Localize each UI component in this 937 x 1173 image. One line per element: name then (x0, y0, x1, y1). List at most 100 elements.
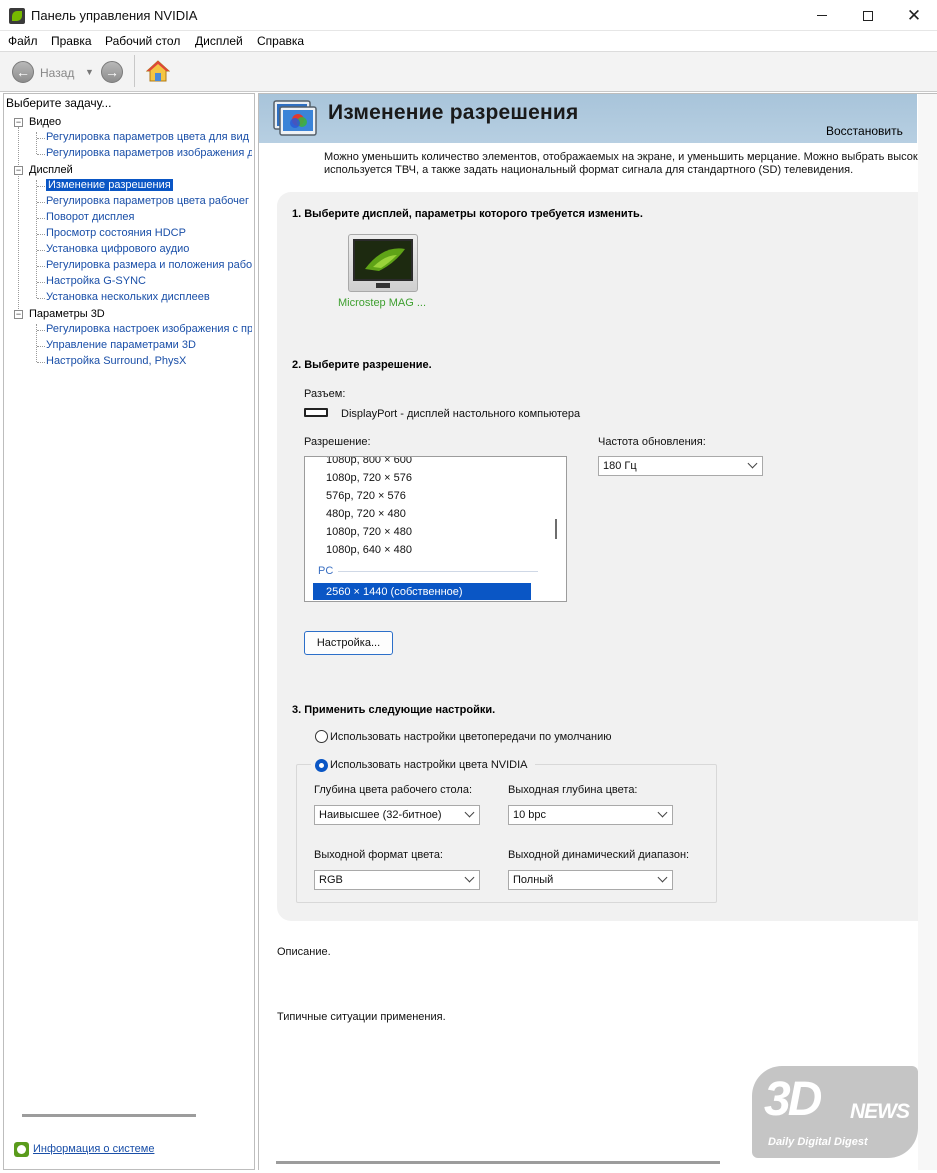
tree-line (37, 186, 45, 187)
desktop-depth-select[interactable]: Наивысшее (32-битное) (314, 805, 480, 825)
tree-line (37, 218, 45, 219)
content-horizontal-scrollbar[interactable] (276, 1161, 720, 1164)
forward-button[interactable]: → (101, 61, 123, 83)
home-icon[interactable] (146, 59, 170, 83)
connector-value: DisplayPort - дисплей настольного компью… (341, 408, 581, 420)
tree-line (37, 282, 45, 283)
left-horizontal-scrollbar[interactable] (22, 1114, 196, 1117)
sidebar-item-hdcp-status[interactable]: Просмотр состояния HDCP (46, 227, 252, 239)
minimize-button[interactable] (799, 0, 845, 31)
watermark-logo: 3D (764, 1073, 822, 1126)
task-pane-header: Выберите задачу... (6, 96, 112, 110)
step-1-heading: 1. Выберите дисплей, параметры которого … (292, 208, 643, 220)
tree-line (37, 138, 45, 139)
step-2-heading: 2. Выберите разрешение. (292, 359, 432, 371)
menu-edit[interactable]: Правка (51, 34, 92, 48)
output-format-label: Выходной формат цвета: (314, 849, 443, 861)
back-label[interactable]: Назад (40, 66, 74, 80)
collapse-3d-icon[interactable]: − (14, 310, 23, 319)
tree-line (37, 298, 45, 299)
tree-line (36, 180, 37, 298)
output-depth-label: Выходная глубина цвета: (508, 784, 638, 796)
menu-desktop[interactable]: Рабочий стол (105, 34, 180, 48)
sidebar-item-multiple-displays[interactable]: Установка нескольких дисплеев (46, 291, 252, 303)
description-label: Описание. (277, 946, 331, 958)
desktop-depth-value: Наивысшее (32-битное) (319, 809, 442, 821)
sidebar-item-3d-image[interactable]: Регулировка настроек изображения с пр (46, 323, 252, 335)
resolution-group-label: PC (318, 565, 334, 577)
restore-link[interactable]: Восстановить (826, 124, 903, 138)
intro-line-2: используется ТВЧ, а также задать национа… (324, 164, 854, 176)
menu-file[interactable]: Файл (8, 34, 38, 48)
intro-line-1: Можно уменьшить количество элементов, от… (324, 151, 918, 163)
minimize-icon (817, 15, 827, 16)
window-title: Панель управления NVIDIA (31, 8, 198, 23)
sidebar-item-video-image[interactable]: Регулировка параметров изображения д (46, 147, 252, 159)
radio-default-color[interactable] (315, 730, 328, 743)
radio-nvidia-color-label[interactable]: Использовать настройки цвета NVIDIA (330, 759, 528, 771)
tree-category-display[interactable]: Дисплей (29, 164, 73, 176)
display-name[interactable]: Microstep MAG ... (338, 297, 426, 309)
tree-line (37, 330, 45, 331)
arrow-left-icon: ← (16, 64, 30, 80)
collapse-video-icon[interactable]: − (14, 118, 23, 127)
close-icon: ✕ (906, 5, 922, 25)
toolbar (0, 51, 937, 92)
sidebar-item-rotate-display[interactable]: Поворот дисплея (46, 211, 252, 223)
sidebar-item-change-resolution[interactable]: Изменение разрешения (46, 179, 173, 191)
customize-button[interactable]: Настройка... (304, 631, 393, 655)
nvidia-eye-icon (355, 241, 411, 279)
output-format-select[interactable]: RGB (314, 870, 480, 890)
watermark-tagline: Daily Digital Digest (768, 1136, 868, 1148)
output-depth-select[interactable]: 10 bpc (508, 805, 673, 825)
tree-line (37, 266, 45, 267)
sidebar-item-gsync[interactable]: Настройка G-SYNC (46, 275, 252, 287)
chevron-down-icon (657, 807, 668, 818)
menu-display[interactable]: Дисплей (195, 34, 243, 48)
tree-line (36, 132, 37, 154)
back-button[interactable]: ← (12, 61, 34, 83)
sidebar-item-desktop-color[interactable]: Регулировка параметров цвета рабочег (46, 195, 252, 207)
sidebar-item-3d-settings[interactable]: Управление параметрами 3D (46, 339, 252, 351)
radio-default-color-label[interactable]: Использовать настройки цветопередачи по … (330, 731, 612, 743)
chevron-down-icon (464, 872, 475, 883)
output-range-select[interactable]: Полный (508, 870, 673, 890)
tree-line (37, 154, 45, 155)
radio-nvidia-color[interactable] (315, 759, 328, 772)
typical-usage-label: Типичные ситуации применения. (277, 1011, 446, 1023)
output-range-value: Полный (513, 874, 554, 886)
tree-line (37, 250, 45, 251)
system-info-link[interactable]: Информация о системе (33, 1143, 154, 1155)
tree-line (37, 202, 45, 203)
desktop-depth-label: Глубина цвета рабочего стола: (314, 784, 473, 796)
tree-line (37, 362, 45, 363)
resolution-group-divider (338, 571, 538, 572)
resolution-list-scrollbar[interactable] (555, 519, 557, 539)
sidebar-item-video-color[interactable]: Регулировка параметров цвета для вид (46, 131, 252, 143)
tree-line (37, 234, 45, 235)
watermark: 3D NEWS Daily Digital Digest (752, 1066, 920, 1162)
system-info-icon[interactable] (14, 1142, 29, 1157)
tree-category-video[interactable]: Видео (29, 116, 61, 128)
resolution-selected[interactable]: 2560 × 1440 (собственное) (326, 586, 463, 598)
tree-category-3d[interactable]: Параметры 3D (29, 308, 105, 320)
back-dropdown-icon[interactable]: ▼ (85, 67, 94, 77)
sidebar-item-desktop-size[interactable]: Регулировка размера и положения рабо (46, 259, 252, 271)
connector-label: Разъем: (304, 388, 346, 400)
resolution-option[interactable]: 576p, 720 × 576 (326, 490, 406, 502)
resolution-option[interactable]: 1080p, 720 × 480 (326, 526, 412, 538)
sidebar-item-surround-physx[interactable]: Настройка Surround, PhysX (46, 355, 252, 367)
chevron-down-icon (657, 872, 668, 883)
collapse-display-icon[interactable]: − (14, 166, 23, 175)
resolution-option[interactable]: 480p, 720 × 480 (326, 508, 406, 520)
resolution-option[interactable]: 1080p, 640 × 480 (326, 544, 412, 556)
menu-help[interactable]: Справка (257, 34, 304, 48)
sidebar-item-digital-audio[interactable]: Установка цифрового аудио (46, 243, 252, 255)
maximize-button[interactable] (845, 0, 891, 31)
resolution-option[interactable]: 1080p, 720 × 576 (326, 472, 412, 484)
content-vertical-scrollbar[interactable] (918, 94, 937, 1170)
close-button[interactable]: ✕ (891, 0, 937, 31)
displayport-icon (304, 408, 328, 417)
refresh-rate-label: Частота обновления: (598, 436, 706, 448)
refresh-rate-select[interactable]: 180 Гц (598, 456, 763, 476)
